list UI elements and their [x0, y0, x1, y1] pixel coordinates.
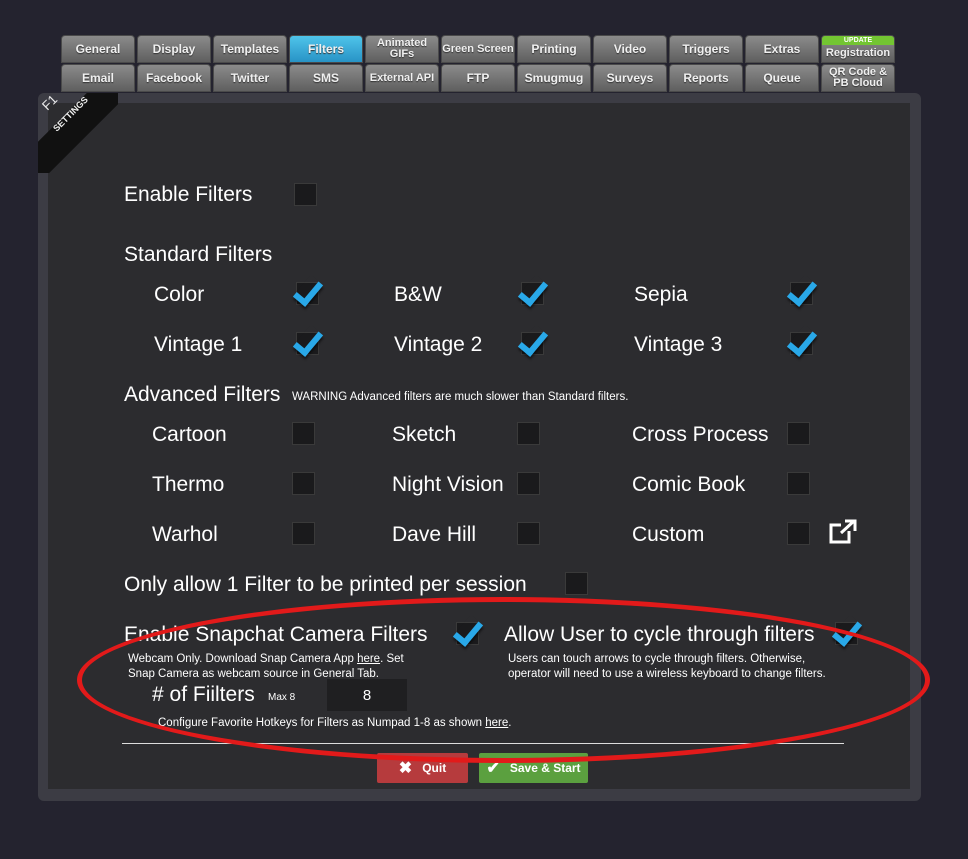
filter-vintage2-checkbox[interactable] — [521, 332, 544, 355]
filter-vintage3-checkbox[interactable] — [790, 332, 813, 355]
check-icon: ✔ — [486, 760, 500, 777]
filter-sketch-checkbox[interactable] — [517, 422, 540, 445]
hotkeys-note: Configure Favorite Hotkeys for Filters a… — [158, 717, 512, 729]
filter-cartoon-checkbox[interactable] — [292, 422, 315, 445]
filter-cross-process-label: Cross Process — [632, 423, 769, 446]
tab-sms[interactable]: SMS — [289, 64, 363, 92]
tab-extras[interactable]: Extras — [745, 35, 819, 63]
filter-vintage1-checkbox[interactable] — [296, 332, 319, 355]
ribbon-key: F1 — [38, 93, 61, 114]
snap-camera-download-link[interactable]: here — [357, 653, 380, 665]
settings-ribbon: F1 SETTINGS — [38, 93, 118, 173]
only-one-filter-label: Only allow 1 Filter to be printed per se… — [124, 573, 527, 596]
filter-dave-hill-label: Dave Hill — [392, 523, 477, 546]
filter-vintage1-label: Vintage 1 — [154, 333, 243, 356]
num-filters-input[interactable] — [327, 679, 407, 711]
enable-filters-label: Enable Filters — [124, 183, 253, 206]
tab-filters[interactable]: Filters — [289, 35, 363, 63]
filter-vintage3-label: Vintage 3 — [634, 333, 723, 356]
tab-templates[interactable]: Templates — [213, 35, 287, 63]
filter-color-checkbox[interactable] — [296, 282, 319, 305]
tab-external-api[interactable]: External API — [365, 64, 439, 92]
tab-registration[interactable]: UPDATE Registration — [821, 35, 895, 63]
filter-cartoon-label: Cartoon — [152, 423, 227, 446]
tab-display[interactable]: Display — [137, 35, 211, 63]
filter-comic-book-label: Comic Book — [632, 473, 746, 496]
standard-filters-heading: Standard Filters — [124, 243, 273, 266]
cycle-filters-checkbox[interactable] — [835, 622, 858, 645]
external-link-icon[interactable] — [829, 519, 857, 545]
tab-qr-code-pb-cloud[interactable]: QR Code & PB Cloud — [821, 64, 895, 92]
tab-green-screen[interactable]: Green Screen — [441, 35, 515, 63]
tab-printing[interactable]: Printing — [517, 35, 591, 63]
tab-twitter[interactable]: Twitter — [213, 64, 287, 92]
filter-custom-label: Custom — [632, 523, 705, 546]
snapchat-description: Webcam Only. Download Snap Camera App he… — [128, 653, 404, 680]
filter-thermo-checkbox[interactable] — [292, 472, 315, 495]
filter-night-vision-label: Night Vision — [392, 473, 504, 496]
filter-sepia-label: Sepia — [634, 283, 688, 306]
tab-animated-gifs[interactable]: Animated GIFs — [365, 35, 439, 63]
close-icon: ✖ — [398, 760, 413, 777]
tab-facebook[interactable]: Facebook — [137, 64, 211, 92]
save-start-button[interactable]: ✔ Save & Start — [479, 753, 588, 783]
num-filters-max: Max 8 — [268, 692, 296, 703]
snapchat-checkbox[interactable] — [456, 622, 479, 645]
tab-reports[interactable]: Reports — [669, 64, 743, 92]
filter-vintage2-label: Vintage 2 — [394, 333, 483, 356]
update-badge: UPDATE — [822, 36, 894, 45]
only-one-filter-checkbox[interactable] — [565, 572, 588, 595]
filter-sepia-checkbox[interactable] — [790, 282, 813, 305]
tab-ftp[interactable]: FTP — [441, 64, 515, 92]
divider — [122, 743, 844, 744]
filter-sketch-label: Sketch — [392, 423, 457, 446]
filter-cross-process-checkbox[interactable] — [787, 422, 810, 445]
filter-night-vision-checkbox[interactable] — [517, 472, 540, 495]
tab-surveys[interactable]: Surveys — [593, 64, 667, 92]
filter-custom-checkbox[interactable] — [787, 522, 810, 545]
tab-triggers[interactable]: Triggers — [669, 35, 743, 63]
filter-bw-label: B&W — [394, 283, 442, 306]
tab-email[interactable]: Email — [61, 64, 135, 92]
filter-dave-hill-checkbox[interactable] — [517, 522, 540, 545]
tab-video[interactable]: Video — [593, 35, 667, 63]
num-filters-label: # of Fiilters — [152, 683, 255, 706]
advanced-warning: WARNING Advanced filters are much slower… — [292, 391, 629, 403]
quit-button[interactable]: ✖ Quit — [377, 753, 468, 783]
filter-bw-checkbox[interactable] — [521, 282, 544, 305]
filter-thermo-label: Thermo — [152, 473, 225, 496]
hotkeys-link[interactable]: here — [485, 717, 508, 729]
snapchat-label: Enable Snapchat Camera Filters — [124, 623, 428, 646]
advanced-filters-heading: Advanced Filters — [124, 383, 281, 406]
filter-warhol-label: Warhol — [152, 523, 218, 546]
cycle-filters-description: Users can touch arrows to cycle through … — [508, 653, 826, 680]
enable-filters-checkbox[interactable] — [294, 183, 317, 206]
filter-comic-book-checkbox[interactable] — [787, 472, 810, 495]
filter-warhol-checkbox[interactable] — [292, 522, 315, 545]
tab-general[interactable]: General — [61, 35, 135, 63]
cycle-filters-label: Allow User to cycle through filters — [504, 623, 815, 646]
tab-queue[interactable]: Queue — [745, 64, 819, 92]
tab-smugmug[interactable]: Smugmug — [517, 64, 591, 92]
filter-color-label: Color — [154, 283, 205, 306]
